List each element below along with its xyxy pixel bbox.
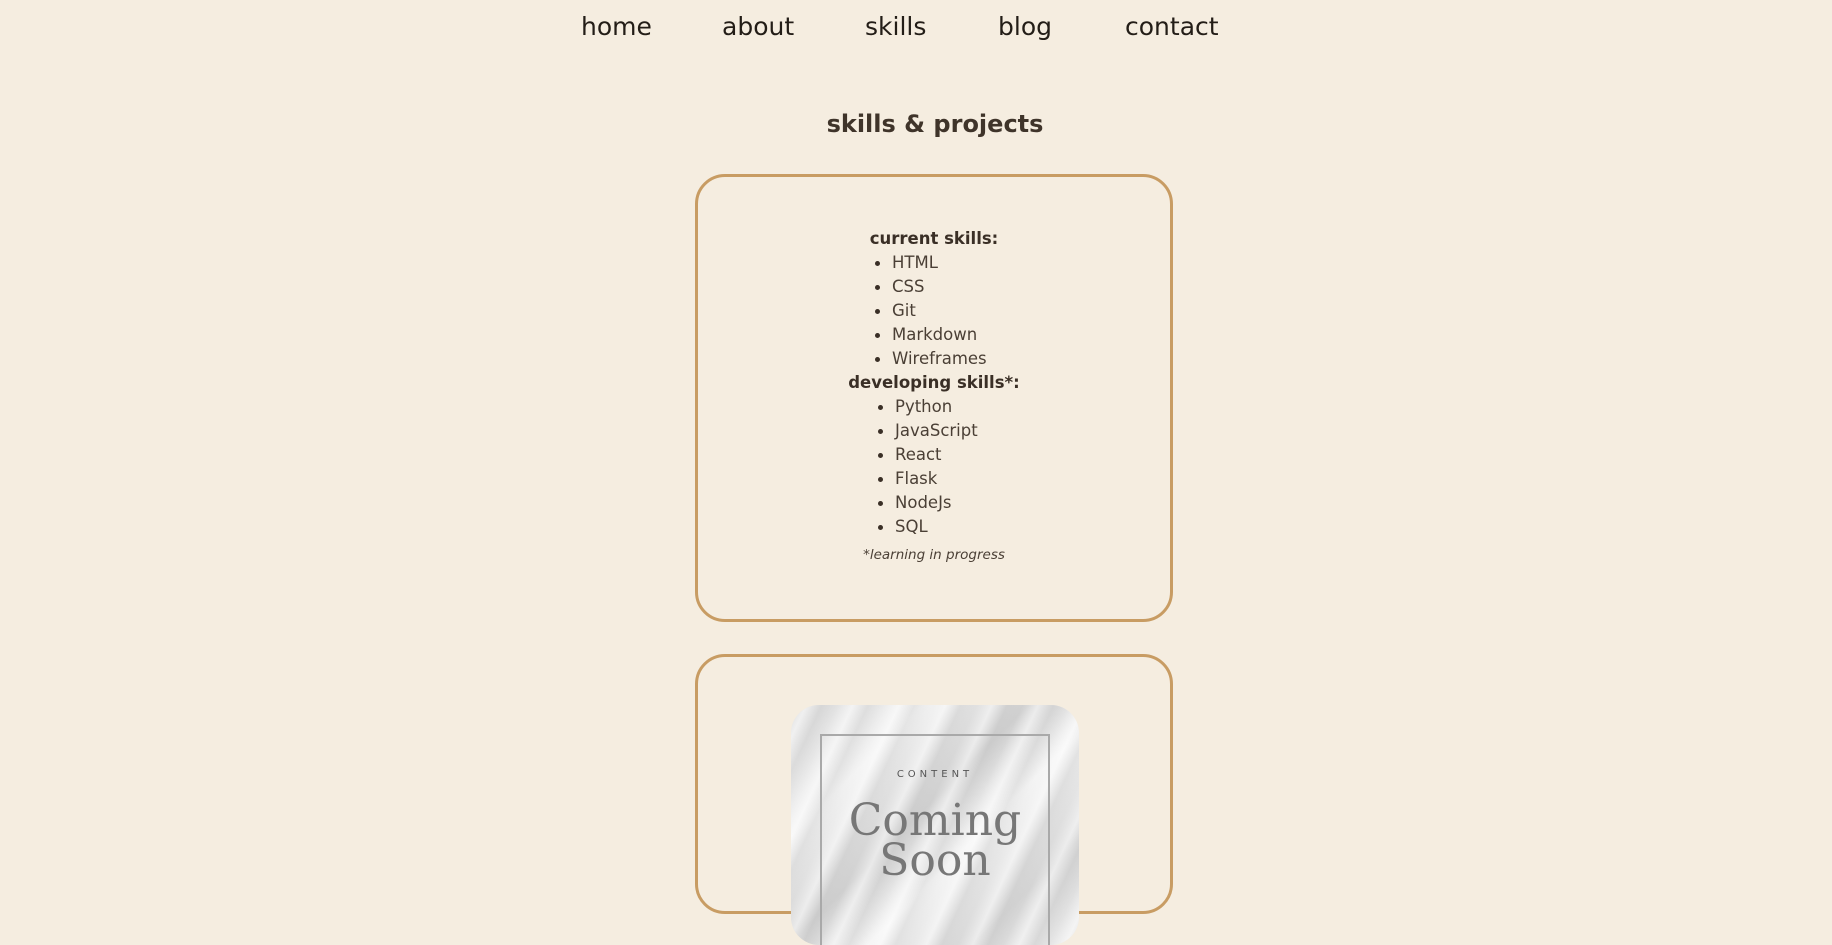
nav-link-blog[interactable]: blog <box>998 12 1052 41</box>
list-item: React <box>878 443 1170 467</box>
list-item: Python <box>878 395 1170 419</box>
nav-link-contact[interactable]: contact <box>1125 12 1219 41</box>
list-item: Flask <box>878 467 1170 491</box>
list-item: HTML <box>875 251 1170 275</box>
nav-link-about[interactable]: about <box>722 12 794 41</box>
main-nav: home about skills blog contact <box>0 0 1832 60</box>
coming-soon-image[interactable]: CONTENT Coming Soon <box>791 705 1079 945</box>
nav-link-home[interactable]: home <box>581 12 652 41</box>
list-item: CSS <box>875 275 1170 299</box>
footnote: *learning in progress <box>863 547 1005 563</box>
skills-card: current skills: HTML CSS Git Markdown Wi… <box>695 174 1173 622</box>
list-item: SQL <box>878 515 1170 539</box>
page-title: skills & projects <box>826 110 1044 138</box>
list-item: Markdown <box>875 323 1170 347</box>
image-title-line2: Soon <box>879 835 991 886</box>
list-item: JavaScript <box>878 419 1170 443</box>
image-title: Coming Soon <box>791 799 1079 883</box>
current-skills-heading: current skills: <box>869 229 999 248</box>
image-caption: CONTENT <box>896 769 974 780</box>
project-card: CONTENT Coming Soon <box>695 654 1173 945</box>
list-item: Wireframes <box>875 347 1170 371</box>
list-item: Git <box>875 299 1170 323</box>
developing-skills-list: Python JavaScript React Flask NodeJs SQL <box>878 395 1170 539</box>
skills-content: current skills: HTML CSS Git Markdown Wi… <box>698 227 1170 567</box>
current-skills-list: HTML CSS Git Markdown Wireframes <box>875 251 1170 371</box>
list-item: NodeJs <box>878 491 1170 515</box>
nav-link-skills[interactable]: skills <box>865 12 926 41</box>
developing-skills-heading: developing skills*: <box>848 373 1020 392</box>
